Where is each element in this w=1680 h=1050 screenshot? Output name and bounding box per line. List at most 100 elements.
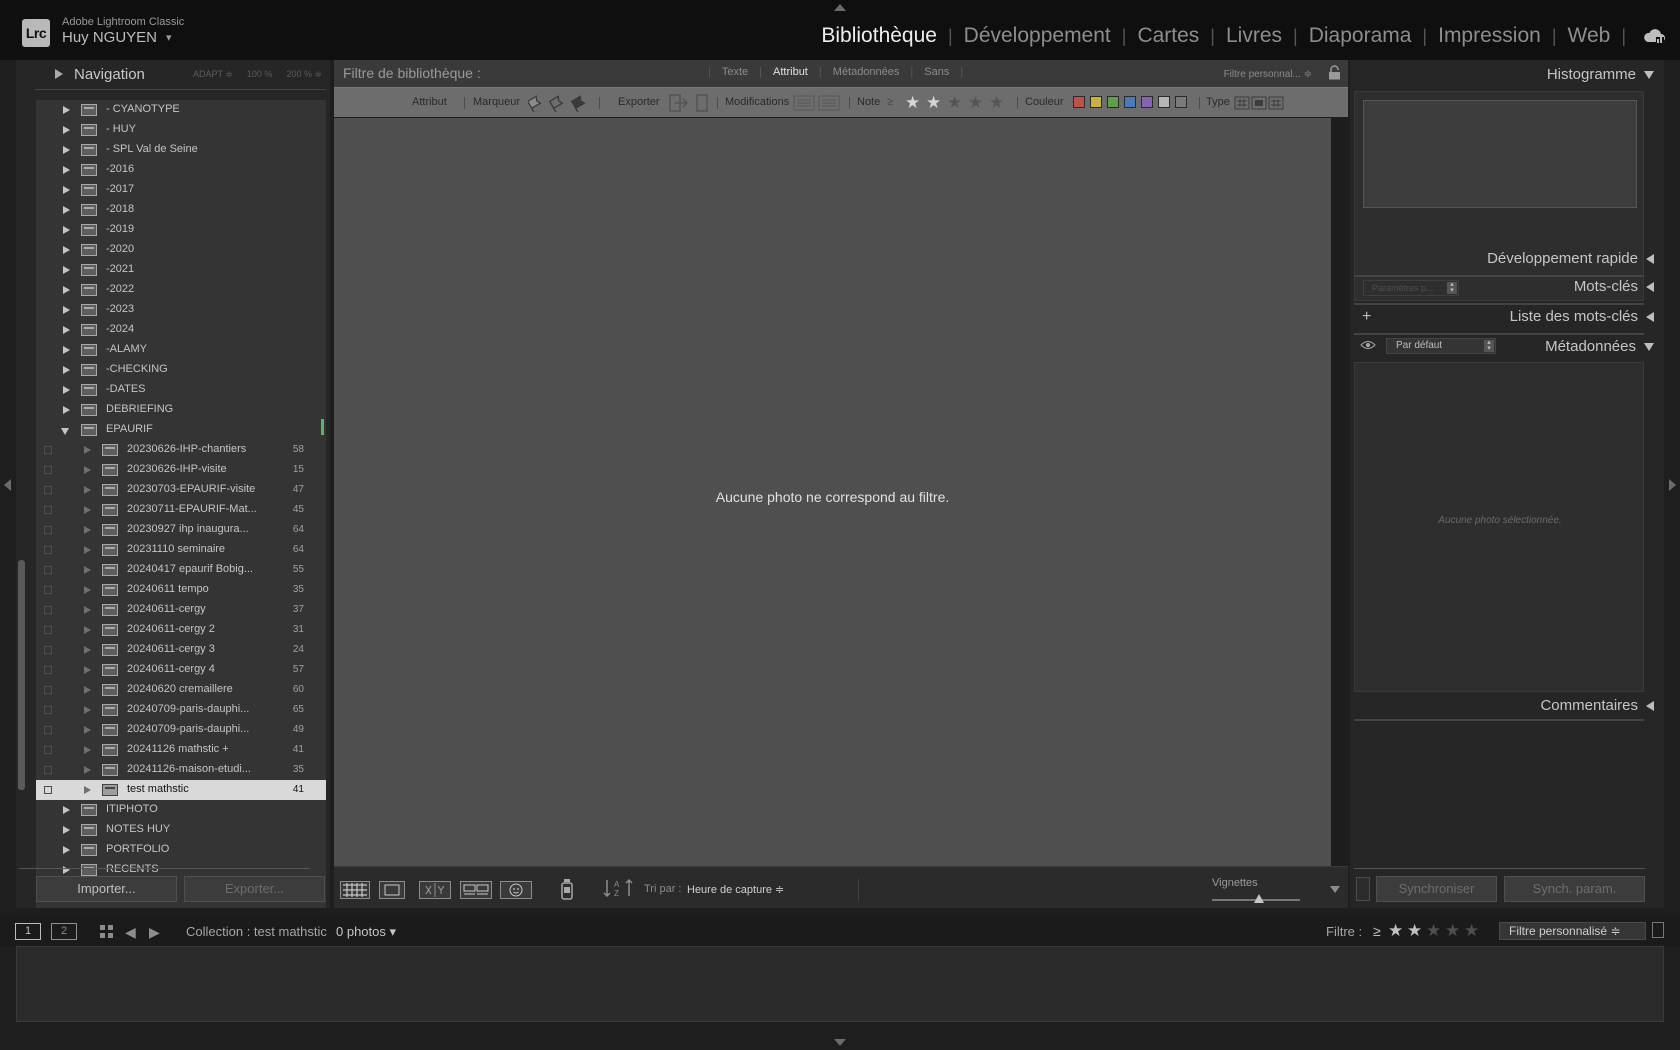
sort-order-dropdown[interactable]: Heure de capture ≑ bbox=[687, 883, 784, 896]
star-icon[interactable]: ★ bbox=[968, 93, 983, 113]
disclosure-triangle-icon[interactable] bbox=[84, 626, 91, 634]
disclosure-triangle-icon[interactable] bbox=[63, 406, 70, 414]
folder-row[interactable]: - HUY bbox=[36, 120, 326, 140]
disclosure-triangle-icon[interactable] bbox=[84, 506, 91, 514]
folder-row[interactable]: -2019 bbox=[36, 220, 326, 240]
folder-checkbox[interactable] bbox=[44, 446, 52, 454]
folder-checkbox[interactable] bbox=[44, 646, 52, 654]
disclosure-triangle-icon[interactable] bbox=[63, 386, 70, 394]
folder-row-child[interactable]: 20230711-EPAURIF-Mat... 45 bbox=[36, 500, 326, 520]
disclosure-triangle-icon[interactable] bbox=[84, 766, 91, 774]
folder-row-child[interactable]: 20241126-maison-etudi... 35 bbox=[36, 760, 326, 780]
disclosure-triangle-icon[interactable] bbox=[63, 186, 70, 194]
folder-checkbox[interactable] bbox=[44, 766, 52, 774]
disclosure-triangle-icon[interactable] bbox=[84, 586, 91, 594]
folder-row-child[interactable]: test mathstic 41 bbox=[36, 780, 326, 800]
keyword-list-header[interactable]: Liste des mots-clés bbox=[1510, 308, 1654, 325]
folder-checkbox[interactable] bbox=[44, 526, 52, 534]
color-swatch-green[interactable] bbox=[1107, 96, 1119, 108]
disclosure-triangle-icon[interactable] bbox=[84, 486, 91, 494]
tab-none[interactable]: Sans bbox=[913, 66, 960, 78]
color-swatch-red[interactable] bbox=[1073, 96, 1085, 108]
grid-view-button[interactable] bbox=[340, 881, 370, 899]
folder-row[interactable]: NOTES HUY bbox=[36, 820, 326, 840]
toolbar-options-chevron-icon[interactable] bbox=[1330, 886, 1340, 893]
folder-checkbox[interactable] bbox=[44, 486, 52, 494]
folder-row-child[interactable]: 20231110 seminaire 64 bbox=[36, 540, 326, 560]
disclosure-triangle-icon[interactable] bbox=[63, 326, 70, 334]
histogram-header[interactable]: Histogramme bbox=[1547, 66, 1654, 83]
star-icon[interactable]: ★ bbox=[1388, 921, 1403, 941]
disclosure-triangle-icon[interactable] bbox=[63, 346, 70, 354]
star-icon[interactable]: ★ bbox=[926, 93, 941, 113]
disclosure-triangle-icon[interactable] bbox=[63, 126, 70, 134]
folder-row[interactable]: - CYANOTYPE bbox=[36, 100, 326, 120]
collapse-triangle-icon[interactable] bbox=[1644, 342, 1654, 351]
metadata-preset-select[interactable]: Par défaut ▴ ▾ bbox=[1386, 338, 1496, 354]
folder-row[interactable]: -2017 bbox=[36, 180, 326, 200]
file-type-icons[interactable] bbox=[1234, 96, 1284, 110]
folder-row-child[interactable]: 20240709-paris-dauphi... 65 bbox=[36, 700, 326, 720]
disclosure-triangle-icon[interactable] bbox=[84, 446, 91, 454]
tab-metadata[interactable]: Métadonnées bbox=[822, 66, 911, 78]
module-develop[interactable]: Développement bbox=[953, 24, 1122, 48]
module-print[interactable]: Impression bbox=[1427, 24, 1552, 48]
folder-checkbox[interactable] bbox=[44, 746, 52, 754]
back-arrow-icon[interactable]: ◀ bbox=[125, 924, 136, 941]
disclosure-triangle-icon[interactable] bbox=[63, 166, 70, 174]
folder-row-child[interactable]: 20241126 mathstic + 41 bbox=[36, 740, 326, 760]
folder-row[interactable]: EPAURIF bbox=[36, 420, 326, 440]
navigator-header[interactable]: Navigation ADAPT ≑ 100 % 200 % ≑ bbox=[35, 60, 326, 90]
folder-row[interactable]: -DATES bbox=[36, 380, 326, 400]
collapse-filmstrip-arrow-icon[interactable] bbox=[834, 1039, 846, 1046]
disclosure-triangle-icon[interactable] bbox=[63, 806, 70, 814]
eye-icon[interactable] bbox=[1360, 340, 1376, 350]
star-icon[interactable]: ★ bbox=[989, 93, 1004, 113]
expand-navigator-triangle-icon[interactable] bbox=[55, 69, 63, 79]
folder-row[interactable]: -ALAMY bbox=[36, 340, 326, 360]
compare-view-button[interactable] bbox=[419, 881, 451, 899]
filmstrip-filter-preset-select[interactable]: Filtre personnalisé ≑ bbox=[1499, 922, 1646, 940]
star-icon[interactable]: ★ bbox=[1445, 921, 1460, 941]
module-library[interactable]: Bibliothèque bbox=[810, 24, 948, 48]
disclosure-triangle-icon[interactable] bbox=[63, 266, 70, 274]
disclosure-triangle-icon[interactable] bbox=[84, 606, 91, 614]
folder-checkbox[interactable] bbox=[44, 606, 52, 614]
disclosure-triangle-icon[interactable] bbox=[84, 646, 91, 654]
grid-scrollbar[interactable] bbox=[1331, 118, 1348, 866]
folder-row-child[interactable]: 20240611-cergy 37 bbox=[36, 600, 326, 620]
disclosure-triangle-icon[interactable] bbox=[63, 106, 70, 114]
folder-row-child[interactable]: 20230626-IHP-chantiers 58 bbox=[36, 440, 326, 460]
folder-row[interactable]: -2024 bbox=[36, 320, 326, 340]
current-source-label[interactable]: Collection : test mathstic bbox=[186, 924, 327, 939]
expand-triangle-icon[interactable] bbox=[1646, 281, 1654, 292]
color-swatch-custom[interactable] bbox=[1158, 96, 1170, 108]
sort-direction-icon[interactable]: A Z bbox=[602, 877, 636, 899]
folder-checkbox[interactable] bbox=[44, 506, 52, 514]
folder-checkbox[interactable] bbox=[44, 666, 52, 674]
secondary-window-button[interactable]: 2 bbox=[51, 923, 77, 940]
disclosure-triangle-icon[interactable] bbox=[63, 286, 70, 294]
zoom-200[interactable]: 200 % ≑ bbox=[286, 69, 322, 80]
color-swatch-purple[interactable] bbox=[1141, 96, 1153, 108]
folder-checkbox[interactable] bbox=[44, 466, 52, 474]
disclosure-triangle-icon[interactable] bbox=[63, 206, 70, 214]
folder-row[interactable]: -2018 bbox=[36, 200, 326, 220]
main-window-button[interactable]: 1 bbox=[15, 923, 41, 940]
export-button[interactable]: Exporter... bbox=[184, 876, 325, 902]
disclosure-triangle-icon[interactable] bbox=[63, 226, 70, 234]
disclosure-triangle-icon[interactable] bbox=[84, 566, 91, 574]
grid-view-icon[interactable] bbox=[99, 924, 114, 939]
expand-triangle-icon[interactable] bbox=[1646, 700, 1654, 711]
quick-develop-header[interactable]: Développement rapide bbox=[1487, 250, 1654, 267]
folder-checkbox[interactable] bbox=[44, 686, 52, 694]
disclosure-triangle-icon[interactable] bbox=[84, 466, 91, 474]
painter-spray-icon[interactable] bbox=[560, 877, 574, 901]
disclosure-triangle-icon[interactable] bbox=[63, 846, 70, 854]
folder-row[interactable]: -2023 bbox=[36, 300, 326, 320]
disclosure-triangle-icon[interactable] bbox=[84, 526, 91, 534]
tab-text[interactable]: Texte bbox=[711, 66, 759, 78]
disclosure-triangle-icon[interactable] bbox=[84, 726, 91, 734]
folder-row-child[interactable]: 20240611-cergy 2 31 bbox=[36, 620, 326, 640]
lock-icon[interactable] bbox=[1328, 65, 1341, 80]
